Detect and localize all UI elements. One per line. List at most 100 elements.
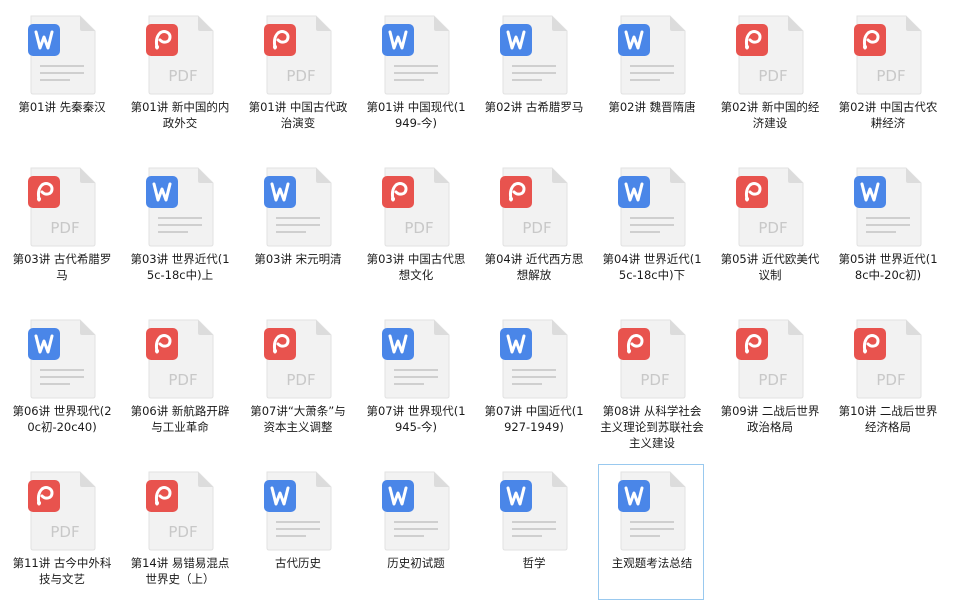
file-item[interactable]: PDF 第03讲 古代希腊罗马 (8, 160, 114, 296)
word-doc-icon (500, 471, 568, 551)
file-item[interactable]: 哲学 (480, 464, 586, 600)
file-item[interactable]: 第03讲 世界近代(15c-18c中)上 (126, 160, 232, 296)
word-doc-icon (146, 167, 214, 247)
file-item[interactable]: 第01讲 中国现代(1949-今) (362, 8, 468, 144)
file-item[interactable]: 第02讲 魏晋隋唐 (598, 8, 704, 144)
file-item[interactable]: 第07讲 中国近代(1927-1949) (480, 312, 586, 448)
file-item[interactable]: 第02讲 古希腊罗马 (480, 8, 586, 144)
word-doc-icon (618, 471, 686, 551)
file-item[interactable]: 第03讲 宋元明清 (244, 160, 350, 296)
file-item[interactable]: PDF 第08讲 从科学社会主义理论到苏联社会主义建设 (598, 312, 704, 450)
file-item[interactable]: 古代历史 (244, 464, 350, 600)
file-name: 历史初试题 (387, 556, 445, 570)
file-name: 第01讲 中国古代政治演变 (248, 100, 348, 130)
pdf-doc-icon: PDF (146, 319, 214, 399)
word-doc-icon (28, 319, 96, 399)
file-name: 第04讲 近代西方思想解放 (484, 252, 584, 282)
file-item[interactable]: PDF 第02讲 中国古代农耕经济 (834, 8, 940, 144)
file-name: 第03讲 中国古代思想文化 (366, 252, 466, 282)
pdf-doc-icon: PDF (854, 15, 922, 95)
pdf-badge-text: PDF (758, 371, 787, 389)
pdf-badge-text: PDF (758, 219, 787, 237)
file-item[interactable]: PDF 第01讲 中国古代政治演变 (244, 8, 350, 144)
file-name: 第01讲 新中国的内政外交 (130, 100, 230, 130)
file-item[interactable]: PDF 第07讲“大萧条”与资本主义调整 (244, 312, 350, 448)
file-name: 第03讲 古代希腊罗马 (12, 252, 112, 282)
word-doc-icon (500, 15, 568, 95)
pdf-badge-text: PDF (286, 67, 315, 85)
file-item[interactable]: 历史初试题 (362, 464, 468, 600)
file-item[interactable]: PDF 第09讲 二战后世界政治格局 (716, 312, 822, 448)
pdf-doc-icon: PDF (854, 319, 922, 399)
file-name: 第11讲 古今中外科技与文艺 (12, 556, 112, 586)
file-name: 第03讲 宋元明清 (254, 252, 342, 266)
pdf-doc-icon: PDF (736, 15, 804, 95)
pdf-doc-icon: PDF (736, 167, 804, 247)
pdf-badge-text: PDF (286, 371, 315, 389)
file-name: 第07讲“大萧条”与资本主义调整 (250, 404, 346, 434)
file-name: 古代历史 (275, 556, 321, 570)
pdf-doc-icon: PDF (146, 471, 214, 551)
pdf-badge-text: PDF (404, 219, 433, 237)
file-name: 第10讲 二战后世界经济格局 (838, 404, 938, 434)
pdf-badge-text: PDF (168, 67, 197, 85)
pdf-doc-icon: PDF (28, 167, 96, 247)
file-name: 第07讲 中国近代(1927-1949) (484, 404, 584, 434)
file-name: 第02讲 新中国的经济建设 (720, 100, 820, 130)
word-doc-icon (854, 167, 922, 247)
pdf-badge-text: PDF (168, 371, 197, 389)
pdf-badge-text: PDF (50, 219, 79, 237)
file-item[interactable]: 第01讲 先秦秦汉 (8, 8, 114, 144)
file-item[interactable]: 第07讲 世界现代(1945-今) (362, 312, 468, 448)
word-doc-icon (618, 167, 686, 247)
file-name: 第02讲 中国古代农耕经济 (838, 100, 938, 130)
file-name: 第02讲 魏晋隋唐 (608, 100, 696, 114)
pdf-doc-icon: PDF (264, 319, 332, 399)
file-name: 第06讲 世界现代(20c初-20c40) (12, 404, 112, 434)
file-name: 哲学 (522, 556, 546, 570)
pdf-doc-icon: PDF (500, 167, 568, 247)
file-name: 第09讲 二战后世界政治格局 (720, 404, 820, 434)
file-item[interactable]: PDF 第11讲 古今中外科技与文艺 (8, 464, 114, 600)
pdf-badge-text: PDF (876, 67, 905, 85)
file-name: 第05讲 世界近代(18c中-20c初) (838, 252, 938, 282)
word-doc-icon (28, 15, 96, 95)
pdf-doc-icon: PDF (382, 167, 450, 247)
word-doc-icon (382, 319, 450, 399)
file-item[interactable]: PDF 第06讲 新航路开辟与工业革命 (126, 312, 232, 448)
word-doc-icon (382, 15, 450, 95)
file-item[interactable]: PDF 第03讲 中国古代思想文化 (362, 160, 468, 296)
pdf-doc-icon: PDF (28, 471, 96, 551)
pdf-doc-icon: PDF (264, 15, 332, 95)
file-item[interactable]: PDF 第02讲 新中国的经济建设 (716, 8, 822, 144)
pdf-badge-text: PDF (640, 371, 669, 389)
file-item[interactable]: 主观题考法总结 (598, 464, 704, 600)
file-item[interactable]: 第05讲 世界近代(18c中-20c初) (834, 160, 940, 296)
file-item[interactable]: PDF 第14讲 易错易混点世界史（上） (126, 464, 232, 600)
file-name: 第04讲 世界近代(15c-18c中)下 (602, 252, 702, 282)
word-doc-icon (500, 319, 568, 399)
file-name: 第06讲 新航路开辟与工业革命 (130, 404, 230, 434)
file-grid: 第01讲 先秦秦汉 PDF 第01讲 新中国的内政外交 PDF 第01讲 中国古代政治演… (0, 0, 963, 600)
file-item[interactable]: PDF 第01讲 新中国的内政外交 (126, 8, 232, 144)
file-name: 主观题考法总结 (611, 556, 693, 570)
pdf-badge-text: PDF (522, 219, 551, 237)
pdf-doc-icon: PDF (146, 15, 214, 95)
word-doc-icon (264, 167, 332, 247)
file-name: 第01讲 中国现代(1949-今) (366, 100, 466, 130)
pdf-badge-text: PDF (758, 67, 787, 85)
file-name: 第03讲 世界近代(15c-18c中)上 (130, 252, 230, 282)
word-doc-icon (618, 15, 686, 95)
file-name: 第08讲 从科学社会主义理论到苏联社会主义建设 (600, 404, 704, 450)
file-item[interactable]: 第04讲 世界近代(15c-18c中)下 (598, 160, 704, 296)
word-doc-icon (264, 471, 332, 551)
file-item[interactable]: PDF 第05讲 近代欧美代议制 (716, 160, 822, 296)
file-name: 第07讲 世界现代(1945-今) (366, 404, 466, 434)
word-doc-icon (382, 471, 450, 551)
pdf-badge-text: PDF (168, 523, 197, 541)
file-item[interactable]: PDF 第04讲 近代西方思想解放 (480, 160, 586, 296)
pdf-doc-icon: PDF (736, 319, 804, 399)
file-item[interactable]: PDF 第10讲 二战后世界经济格局 (834, 312, 940, 448)
file-item[interactable]: 第06讲 世界现代(20c初-20c40) (8, 312, 114, 448)
file-name: 第02讲 古希腊罗马 (484, 100, 584, 114)
